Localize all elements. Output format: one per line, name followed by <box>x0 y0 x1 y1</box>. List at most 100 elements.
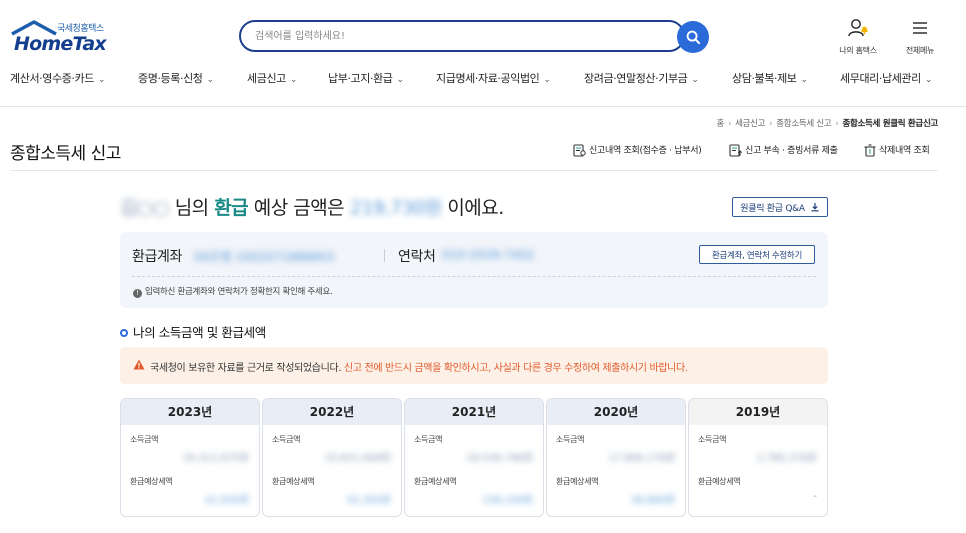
account-note-text: 입력하신 환급계좌와 연락처가 정확한지 확인해 주세요. <box>145 287 333 297</box>
chevron-down-icon: ⌄ <box>924 75 933 85</box>
dashed-divider <box>132 276 816 277</box>
all-menu-label: 전체메뉴 <box>905 46 935 55</box>
income-value: 34,312,675원 <box>182 453 249 464</box>
search-bar <box>239 20 685 52</box>
income-label: 소득금액 <box>272 435 301 444</box>
deleted-history-link[interactable]: 삭제내역 조회 <box>863 143 930 157</box>
refund-value: 42,350원 <box>346 495 391 506</box>
nav-item-certificate[interactable]: 증명·등록·신청 ⌄ <box>138 70 214 86</box>
all-menu-button[interactable]: 전체메뉴 <box>890 18 950 56</box>
user-bell-icon <box>848 19 868 37</box>
year-card[interactable]: 2019년 소득금액 2,785,376원 환급예상세액 - <box>688 398 828 517</box>
search-button[interactable] <box>677 21 709 53</box>
year-title: 2023년 <box>121 399 259 425</box>
contact-label: 연락처 <box>398 249 436 265</box>
attachment-submit-link[interactable]: 신고 부속 · 증빙서류 제출 <box>729 143 838 157</box>
breadcrumb: 홈 › 세금신고 › 종합소득세 신고 › 종합소득세 원클릭 환급신고 <box>716 117 938 129</box>
year-card[interactable]: 2020년 소득금액 17,899,176원 환급예상세액 38,860원 <box>546 398 686 517</box>
income-label: 소득금액 <box>414 435 443 444</box>
headline-text: 님의 <box>174 197 209 219</box>
favorite-star-icon[interactable]: ☆ <box>927 115 937 128</box>
refund-headline: 김○○ 님의 환급 예상 금액은 219,730원 이에요. <box>120 193 504 220</box>
info-icon: ! <box>133 289 142 298</box>
income-label: 소득금액 <box>556 435 585 444</box>
breadcrumb-separator: › <box>835 119 839 129</box>
breadcrumb-tax-filing[interactable]: 세금신고 <box>735 119 765 129</box>
page-title: 종합소득세 신고 <box>10 144 121 164</box>
qa-button-label: 원클릭 환급 Q&A <box>740 203 805 214</box>
nav-item-consult[interactable]: 상담·불복·제보 ⌄ <box>732 70 808 86</box>
title-divider <box>10 170 938 171</box>
document-upload-icon <box>729 144 743 157</box>
nav-item-statement[interactable]: 지급명세·자료·공익법인 ⌄ <box>436 70 551 86</box>
income-value: 2,785,376원 <box>756 453 817 464</box>
refund-label: 환급예상세액 <box>130 477 173 486</box>
user-name: 김○○ <box>120 197 170 219</box>
logo-text: HomeTax <box>14 33 107 55</box>
year-title: 2021년 <box>405 399 543 425</box>
warning-emphasis: 신고 전에 반드시 금액을 확인하시고, 사실과 다른 경우 수정하여 제출하시… <box>344 363 688 374</box>
qa-button[interactable]: 원클릭 환급 Q&A <box>732 197 828 217</box>
my-hometax-button[interactable]: 나의 홈택스 <box>828 18 888 56</box>
account-info-box: 환급계좌 00은행 1002071888803 연락처 010-2939-740… <box>120 232 828 308</box>
section-title: 나의 소득금액 및 환급세액 <box>120 322 266 341</box>
refund-label: 환급예상세액 <box>414 477 457 486</box>
breadcrumb-separator: › <box>769 119 773 129</box>
document-search-icon <box>573 144 586 157</box>
refund-label: 환급예상세액 <box>556 477 599 486</box>
hamburger-menu-icon <box>913 22 927 34</box>
hometax-logo[interactable]: 국세청홈택스 HomeTax <box>10 18 110 55</box>
breadcrumb-home[interactable]: 홈 <box>716 119 724 129</box>
trash-icon <box>864 144 876 157</box>
income-value: 17,899,176원 <box>608 453 675 464</box>
nav-item-invoice[interactable]: 계산서·영수증·카드 ⌄ <box>10 70 106 86</box>
contact-value: 010-2939-7402 <box>442 248 535 262</box>
chevron-down-icon: ⌄ <box>289 75 298 85</box>
section-title-text: 나의 소득금액 및 환급세액 <box>133 325 266 340</box>
edit-account-button[interactable]: 환급계좌, 연락처 수정하기 <box>699 245 815 264</box>
search-input[interactable] <box>255 22 655 50</box>
breadcrumb-income-tax[interactable]: 종합소득세 신고 <box>776 119 831 129</box>
attachment-submit-label: 신고 부속 · 증빙서류 제출 <box>745 146 838 156</box>
my-hometax-label: 나의 홈택스 <box>839 46 877 55</box>
refund-label: 환급예상세액 <box>272 477 315 486</box>
deleted-history-label: 삭제내역 조회 <box>879 146 930 156</box>
nav-divider <box>0 106 966 107</box>
filing-history-label: 신고내역 조회(접수증 · 납부서) <box>589 146 702 156</box>
main-navigation: 계산서·영수증·카드 ⌄ 증명·등록·신청 ⌄ 세금신고 ⌄ 납부·고지·환급 ⌄ 지급… <box>0 70 966 92</box>
year-card[interactable]: 2023년 소득금액 34,312,675원 환급예상세액 41,930원 <box>120 398 260 517</box>
nav-item-tax-filing[interactable]: 세금신고 ⌄ <box>247 70 297 86</box>
year-title: 2020년 <box>547 399 685 425</box>
nav-item-agent[interactable]: 세무대리·납세관리 ⌄ <box>840 70 932 86</box>
download-icon <box>811 203 819 212</box>
year-card[interactable]: 2022년 소득금액 33,831,608원 환급예상세액 42,350원 <box>262 398 402 517</box>
chevron-down-icon: ⌄ <box>800 75 809 85</box>
refund-value: - <box>813 491 817 502</box>
chevron-down-icon: ⌄ <box>97 75 106 85</box>
chevron-down-icon: ⌄ <box>543 75 551 85</box>
breadcrumb-separator: › <box>727 119 732 129</box>
income-value: 29,536,796원 <box>466 453 533 464</box>
breadcrumb-current: 종합소득세 원클릭 환급신고 <box>842 119 938 129</box>
refund-amount: 219,730원 <box>349 197 443 219</box>
account-note: ! 입력하신 환급계좌와 연락처가 정확한지 확인해 주세요. <box>133 285 333 298</box>
circle-bullet-icon <box>120 329 128 337</box>
refund-value: 136,100원 <box>482 495 533 506</box>
chevron-down-icon: ⌄ <box>206 75 215 85</box>
warning-icon <box>133 359 145 370</box>
account-value: 00은행 1002071888803 <box>194 250 335 264</box>
headline-text: 이에요. <box>447 197 504 219</box>
income-value: 33,831,608원 <box>324 453 391 464</box>
year-title: 2019년 <box>689 399 827 425</box>
refund-value: 41,930원 <box>204 495 249 506</box>
nav-item-incentive[interactable]: 장려금·연말정산·기부금 ⌄ <box>584 70 699 86</box>
refund-value: 38,860원 <box>630 495 675 506</box>
year-card[interactable]: 2021년 소득금액 29,536,796원 환급예상세액 136,100원 <box>404 398 544 517</box>
nav-item-payment[interactable]: 납부·고지·환급 ⌄ <box>328 70 404 86</box>
filing-history-link[interactable]: 신고내역 조회(접수증 · 납부서) <box>573 143 702 157</box>
warning-banner: 국세청이 보유한 자료를 근거로 작성되었습니다. 신고 전에 반드시 금액을 … <box>120 347 828 384</box>
account-label: 환급계좌 <box>132 249 182 265</box>
warning-text: 국세청이 보유한 자료를 근거로 작성되었습니다. <box>150 363 342 374</box>
chevron-down-icon: ⌄ <box>396 75 405 85</box>
field-divider <box>384 249 385 262</box>
